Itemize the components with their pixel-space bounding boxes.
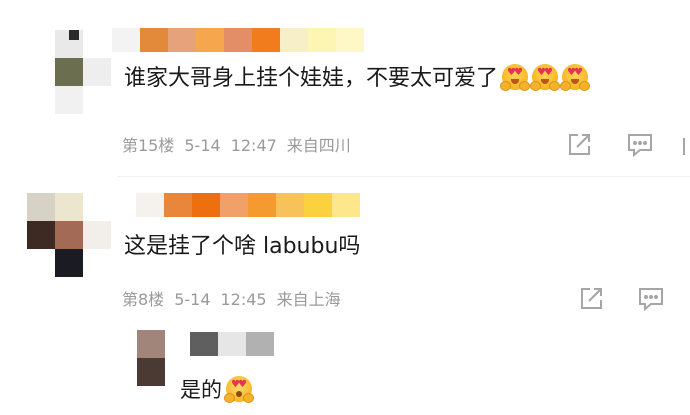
avatar-pixel xyxy=(27,221,55,249)
mosaic-block xyxy=(276,193,304,217)
comment-location: 来自四川 xyxy=(286,136,351,155)
avatar-pixel xyxy=(137,358,165,386)
reply-text: 是的 xyxy=(180,375,254,405)
mosaic-block xyxy=(308,28,336,52)
avatar-pixel xyxy=(83,58,111,86)
comment-time: 12:47 xyxy=(230,136,277,155)
mosaic-block xyxy=(280,28,308,52)
reply-body: 是的 xyxy=(180,378,222,402)
avatar-pixel xyxy=(55,58,83,86)
username-mosaic[interactable] xyxy=(136,193,360,217)
avatar-pixel xyxy=(83,221,111,249)
more-icon[interactable] xyxy=(683,134,690,158)
mosaic-block xyxy=(164,193,192,217)
username-mosaic[interactable] xyxy=(112,28,364,52)
mosaic-block xyxy=(218,332,246,356)
mosaic-block xyxy=(252,28,280,52)
heart-eyes-emoji xyxy=(560,64,591,91)
divider xyxy=(118,176,690,177)
comment-text: 谁家大哥身上挂个娃娃，不要太可爱了 xyxy=(124,64,591,94)
pleading-face-emoji xyxy=(224,376,254,403)
mosaic-block xyxy=(140,28,168,52)
floor-number: 第15楼 xyxy=(122,136,175,155)
floor-number: 第8楼 xyxy=(122,290,165,309)
comment-text: 这是挂了个啥 labubu吗 xyxy=(124,232,360,262)
comment-body: 这是挂了个啥 labubu吗 xyxy=(124,234,361,259)
mosaic-block xyxy=(336,28,364,52)
edit-reply-icon[interactable] xyxy=(578,286,604,312)
comment-location: 来自上海 xyxy=(276,290,341,309)
avatar-pixel xyxy=(55,86,83,114)
avatar-pixel xyxy=(137,330,165,358)
comment-time: 12:45 xyxy=(220,290,267,309)
mosaic-block xyxy=(196,28,224,52)
heart-eyes-emoji xyxy=(500,64,531,91)
comment-bubble-icon[interactable] xyxy=(626,132,654,158)
mosaic-block xyxy=(224,28,252,52)
heart-eyes-emoji xyxy=(530,64,561,91)
comment-date: 5-14 xyxy=(174,290,211,309)
mosaic-block xyxy=(192,193,220,217)
mosaic-block xyxy=(246,332,274,356)
mosaic-block xyxy=(190,332,218,356)
comment-meta: 第8楼 5-14 12:45 来自上海 xyxy=(122,290,341,310)
avatar-pixel xyxy=(69,30,79,40)
mosaic-block xyxy=(220,193,248,217)
avatar-pixel xyxy=(55,193,83,221)
mosaic-block xyxy=(136,193,164,217)
avatar-pixel xyxy=(55,221,83,249)
mosaic-block xyxy=(332,193,360,217)
comment-body: 谁家大哥身上挂个娃娃，不要太可爱了 xyxy=(124,66,499,91)
username-mosaic[interactable] xyxy=(190,332,274,356)
avatar-pixel xyxy=(55,249,83,277)
mosaic-block xyxy=(248,193,276,217)
comment-meta: 第15楼 5-14 12:47 来自四川 xyxy=(122,136,351,156)
mosaic-block xyxy=(112,28,140,52)
mosaic-block xyxy=(304,193,332,217)
edit-reply-icon[interactable] xyxy=(566,132,592,158)
comment-date: 5-14 xyxy=(184,136,221,155)
avatar-pixel xyxy=(27,193,55,221)
mosaic-block xyxy=(168,28,196,52)
comment-bubble-icon[interactable] xyxy=(637,286,665,312)
